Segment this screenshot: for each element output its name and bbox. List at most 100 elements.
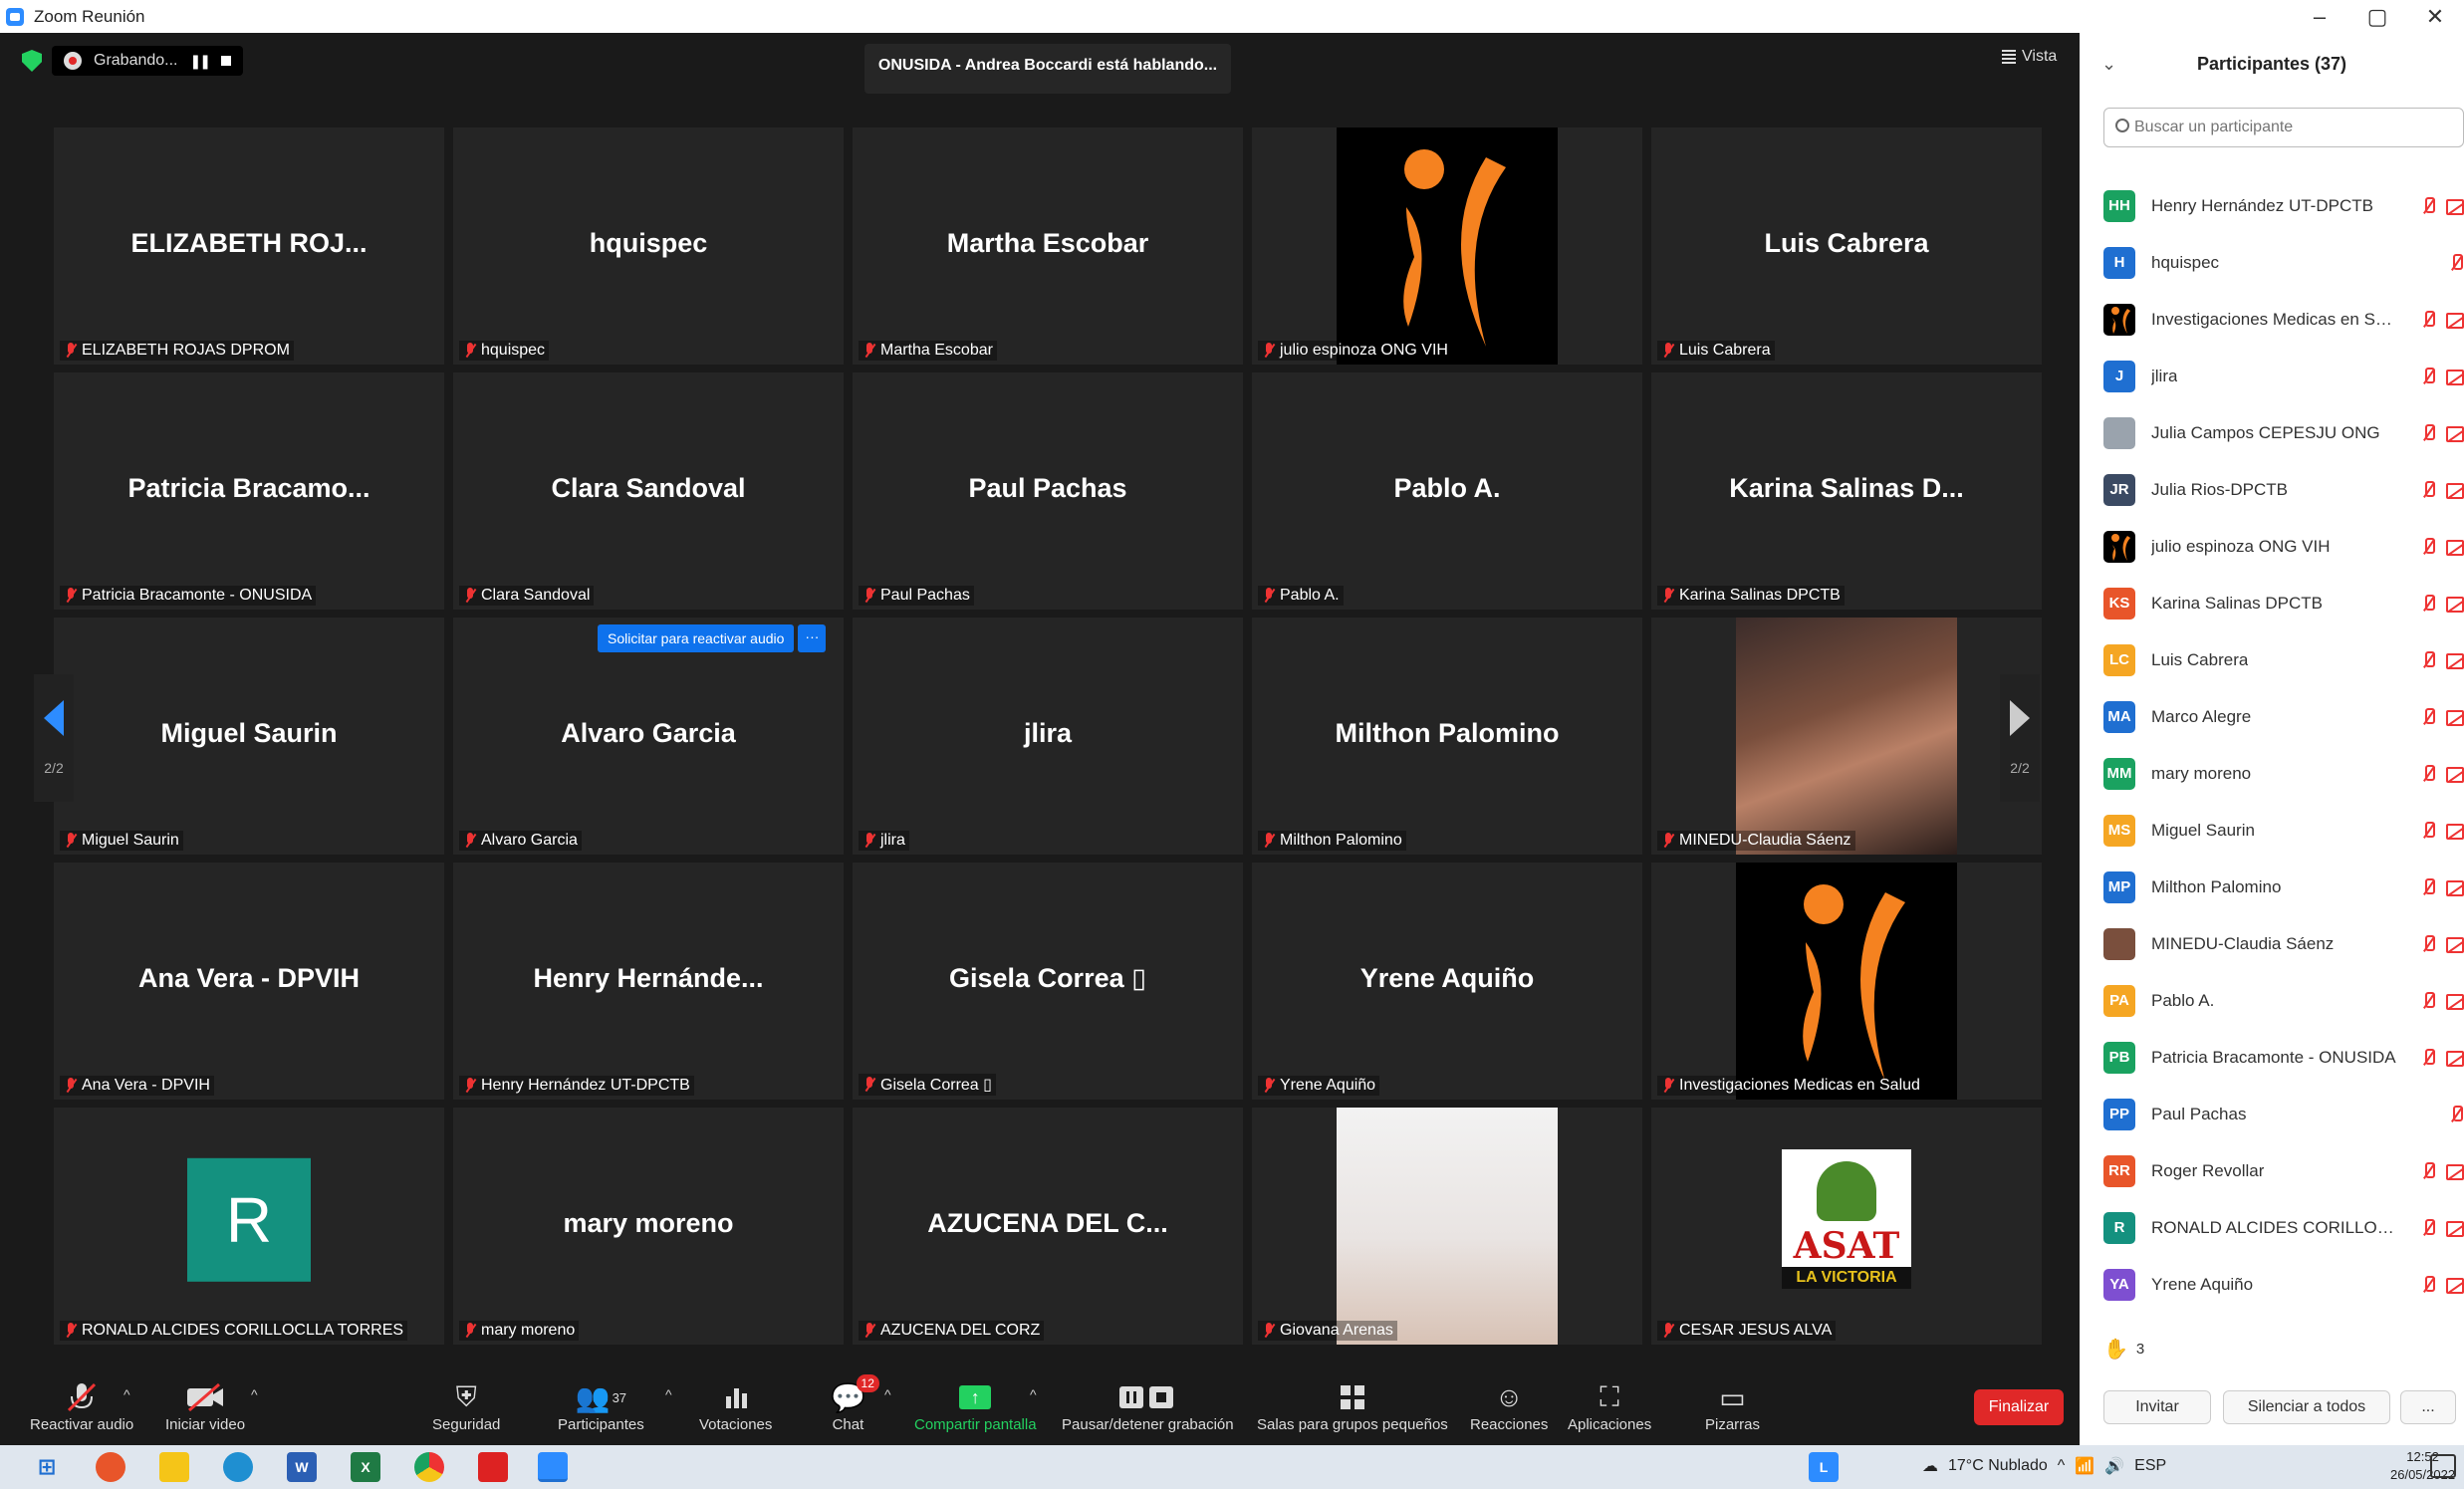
mute-all-button[interactable]: Silenciar a todos	[2223, 1390, 2390, 1424]
mic-muted-icon[interactable]	[2420, 1217, 2436, 1239]
video-tile[interactable]: Yrene Aquiño Yrene Aquiño	[1252, 863, 1642, 1100]
video-tile[interactable]: Alvaro Garcia Alvaro Garcia	[453, 618, 844, 855]
previous-page-button[interactable]: 2/2	[34, 674, 74, 802]
mic-muted-icon[interactable]	[2420, 422, 2436, 444]
mic-muted-icon[interactable]	[2420, 366, 2436, 387]
participant-row[interactable]: HH Henry Hernández UT-DPCTB	[2103, 177, 2464, 234]
participant-row[interactable]: LC Luis Cabrera	[2103, 631, 2464, 688]
mic-muted-icon[interactable]	[2448, 1104, 2464, 1125]
chat-button[interactable]: 💬 12 Chat	[831, 1374, 879, 1433]
network-icon[interactable]: 📶	[2075, 1456, 2094, 1476]
participant-row[interactable]: julio espinoza ONG VIH	[2103, 518, 2464, 575]
video-tile[interactable]: ASAT LA VICTORIA CESAR JESUS ALVA	[1651, 1108, 2042, 1345]
app-l-icon[interactable]: L	[1809, 1452, 1839, 1482]
mic-muted-icon[interactable]	[2420, 593, 2436, 615]
maximize-button[interactable]: ▢	[2348, 0, 2406, 33]
participant-row[interactable]: RR Roger Revollar	[2103, 1142, 2464, 1199]
video-tile[interactable]: ELIZABETH ROJ... ELIZABETH ROJAS DPROM	[54, 127, 444, 365]
participants-options-caret[interactable]: ^	[665, 1386, 672, 1402]
notifications-icon[interactable]	[2430, 1454, 2456, 1478]
mic-muted-icon[interactable]	[2420, 1047, 2436, 1069]
participant-row[interactable]: MP Milthon Palomino	[2103, 859, 2464, 915]
mic-muted-icon[interactable]	[2420, 1274, 2436, 1296]
start-video-button[interactable]: Iniciar video	[165, 1378, 245, 1433]
participant-row[interactable]: MS Miguel Saurin	[2103, 802, 2464, 859]
share-screen-button[interactable]: ↑ Compartir pantalla	[914, 1378, 1037, 1433]
participant-row[interactable]: KS Karina Salinas DPCTB	[2103, 575, 2464, 631]
mic-muted-icon[interactable]	[2420, 876, 2436, 898]
word-icon[interactable]: W	[287, 1452, 317, 1482]
file-explorer-icon[interactable]	[159, 1452, 189, 1482]
reactions-button[interactable]: ☺ Reacciones	[1470, 1378, 1548, 1433]
weather-text[interactable]: 17°C Nublado	[1948, 1457, 2048, 1475]
unmute-button[interactable]: Reactivar audio	[30, 1378, 133, 1433]
chat-options-caret[interactable]: ^	[884, 1386, 891, 1402]
windows-start-icon[interactable]: ⊞	[32, 1452, 62, 1482]
video-tile[interactable]: Martha Escobar Martha Escobar	[853, 127, 1243, 365]
breakout-rooms-button[interactable]: Salas para grupos pequeños	[1257, 1378, 1448, 1433]
participant-row[interactable]: MA Marco Alegre	[2103, 688, 2464, 745]
security-button[interactable]: ⛨ Seguridad	[432, 1378, 500, 1434]
chrome-icon[interactable]	[414, 1452, 444, 1482]
mic-muted-icon[interactable]	[2420, 933, 2436, 955]
video-tile[interactable]: R RONALD ALCIDES CORILLOCLLA TORRES	[54, 1108, 444, 1345]
pause-recording-icon[interactable]: ❚❚	[190, 53, 212, 70]
mic-muted-icon[interactable]	[2448, 252, 2464, 274]
mic-muted-icon[interactable]	[2420, 1160, 2436, 1182]
participant-row[interactable]: Investigaciones Medicas en Sal...	[2103, 291, 2464, 348]
invite-button[interactable]: Invitar	[2103, 1390, 2211, 1424]
video-tile[interactable]: Investigaciones Medicas en Salud	[1651, 863, 2042, 1100]
mic-muted-icon[interactable]	[2420, 763, 2436, 785]
mic-muted-icon[interactable]	[2420, 309, 2436, 331]
video-tile[interactable]: Pablo A. Pablo A.	[1252, 372, 1642, 610]
participant-row[interactable]: JR Julia Rios-DPCTB	[2103, 461, 2464, 518]
edge-icon[interactable]	[223, 1452, 253, 1482]
firefox-icon[interactable]	[96, 1452, 125, 1482]
video-tile[interactable]: Miguel Saurin Miguel Saurin	[54, 618, 444, 855]
participant-row[interactable]: PB Patricia Bracamonte - ONUSIDA	[2103, 1029, 2464, 1086]
minimize-button[interactable]: –	[2291, 0, 2348, 33]
participant-row[interactable]: Hhquispec	[2103, 234, 2464, 291]
participant-row[interactable]: Julia Campos CEPESJU ONG	[2103, 404, 2464, 461]
mic-muted-icon[interactable]	[2420, 706, 2436, 728]
video-tile[interactable]: mary moreno mary moreno	[453, 1108, 844, 1345]
participant-row[interactable]: PA Pablo A.	[2103, 972, 2464, 1029]
video-tile[interactable]: julio espinoza ONG VIH	[1252, 127, 1642, 365]
pause-stop-recording-button[interactable]: Pausar/detener grabación	[1062, 1378, 1234, 1433]
stop-recording-icon[interactable]	[220, 56, 231, 66]
video-tile[interactable]: Giovana Arenas	[1252, 1108, 1642, 1345]
whiteboards-button[interactable]: ▭ Pizarras	[1705, 1378, 1760, 1434]
security-shield-icon[interactable]	[22, 50, 42, 72]
participant-row[interactable]: YA Yrene Aquiño	[2103, 1256, 2464, 1313]
video-options-caret[interactable]: ^	[251, 1386, 258, 1402]
request-unmute-button[interactable]: Solicitar para reactivar audio	[598, 624, 795, 652]
panel-more-button[interactable]: ...	[2400, 1390, 2456, 1424]
participant-row[interactable]: PP Paul Pachas	[2103, 1086, 2464, 1142]
video-tile[interactable]: Patricia Bracamo... Patricia Bracamonte …	[54, 372, 444, 610]
video-tile[interactable]: AZUCENA DEL C... AZUCENA DEL CORZ	[853, 1108, 1243, 1345]
video-tile[interactable]: MINEDU-Claudia Sáenz	[1651, 618, 2042, 855]
video-tile[interactable]: Karina Salinas D... Karina Salinas DPCTB	[1651, 372, 2042, 610]
participant-row[interactable]: MINEDU-Claudia Sáenz	[2103, 915, 2464, 972]
tile-more-button[interactable]: ···	[798, 624, 827, 652]
video-tile[interactable]: jlira jlira	[853, 618, 1243, 855]
end-meeting-button[interactable]: Finalizar	[1974, 1389, 2064, 1425]
language-indicator[interactable]: ESP	[2134, 1457, 2166, 1475]
mic-muted-icon[interactable]	[2420, 195, 2436, 217]
pdf-reader-icon[interactable]	[478, 1452, 508, 1482]
video-tile[interactable]: Ana Vera - DPVIH Ana Vera - DPVIH	[54, 863, 444, 1100]
video-tile[interactable]: Clara Sandoval Clara Sandoval	[453, 372, 844, 610]
mic-muted-icon[interactable]	[2420, 990, 2436, 1012]
tray-chevron-icon[interactable]: ^	[2058, 1457, 2066, 1475]
zoom-taskbar-icon[interactable]	[538, 1452, 568, 1482]
mic-muted-icon[interactable]	[2420, 479, 2436, 501]
video-tile[interactable]: Milthon Palomino Milthon Palomino	[1252, 618, 1642, 855]
close-button[interactable]: ✕	[2406, 0, 2464, 33]
participant-row[interactable]: R RONALD ALCIDES CORILLOCLL...	[2103, 1199, 2464, 1256]
next-page-button[interactable]: 2/2	[2000, 674, 2040, 802]
video-tile[interactable]: Paul Pachas Paul Pachas	[853, 372, 1243, 610]
participant-row[interactable]: Jjlira	[2103, 348, 2464, 404]
mic-muted-icon[interactable]	[2420, 649, 2436, 671]
participant-search-input[interactable]	[2103, 108, 2464, 147]
polls-button[interactable]: Votaciones	[699, 1378, 772, 1433]
